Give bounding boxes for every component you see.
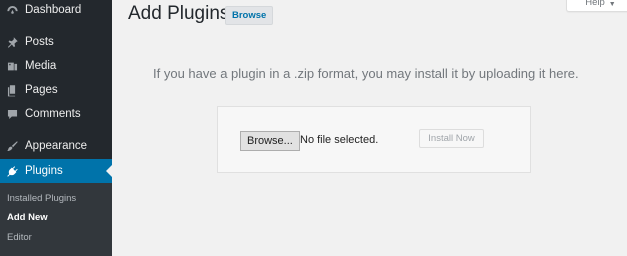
pages-icon <box>5 83 19 97</box>
menu-item-label: Plugins <box>25 165 63 177</box>
menu-item-label: Appearance <box>25 140 88 152</box>
plugin-icon <box>5 164 19 178</box>
page-title: Add Plugins <box>128 3 230 24</box>
menu-item-label: Comments <box>25 108 81 120</box>
file-status-text: No file selected. <box>300 134 379 146</box>
main-content: Add Plugins Browse Help ▼ If you have a … <box>112 0 627 256</box>
plugins-submenu: Installed Plugins Add New Editor <box>0 183 112 256</box>
menu-item-comments[interactable]: Comments <box>0 102 112 126</box>
menu-item-plugins[interactable]: Plugins <box>0 159 112 183</box>
upload-form: Browse... No file selected. Install Now <box>217 106 531 173</box>
admin-sidebar: Dashboard Posts Media Pages Comments App… <box>0 0 112 256</box>
submenu-item-editor[interactable]: Editor <box>7 232 32 243</box>
install-now-button[interactable]: Install Now <box>419 129 484 148</box>
help-label: Help <box>585 0 605 8</box>
menu-item-dashboard[interactable]: Dashboard <box>0 0 112 22</box>
menu-item-label: Dashboard <box>25 4 82 16</box>
upload-instructions: If you have a plugin in a .zip format, y… <box>153 66 579 81</box>
dashboard-icon <box>5 3 19 17</box>
menu-item-label: Posts <box>25 36 54 48</box>
menu-item-media[interactable]: Media <box>0 54 112 78</box>
pushpin-icon <box>5 35 19 49</box>
media-icon <box>5 59 19 73</box>
submenu-item-installed-plugins[interactable]: Installed Plugins <box>7 193 76 204</box>
menu-item-appearance[interactable]: Appearance <box>0 134 112 158</box>
comment-icon <box>5 107 19 121</box>
help-tab[interactable]: Help ▼ <box>566 0 627 12</box>
submenu-item-add-new[interactable]: Add New <box>7 212 48 223</box>
chevron-down-icon: ▼ <box>608 1 616 8</box>
browse-button[interactable]: Browse <box>225 6 274 25</box>
paintbrush-icon <box>5 139 19 153</box>
menu-item-posts[interactable]: Posts <box>0 30 112 54</box>
menu-item-label: Media <box>25 60 57 72</box>
menu-item-pages[interactable]: Pages <box>0 78 112 102</box>
file-browse-button[interactable]: Browse... <box>240 131 300 151</box>
menu-item-label: Pages <box>25 84 58 96</box>
